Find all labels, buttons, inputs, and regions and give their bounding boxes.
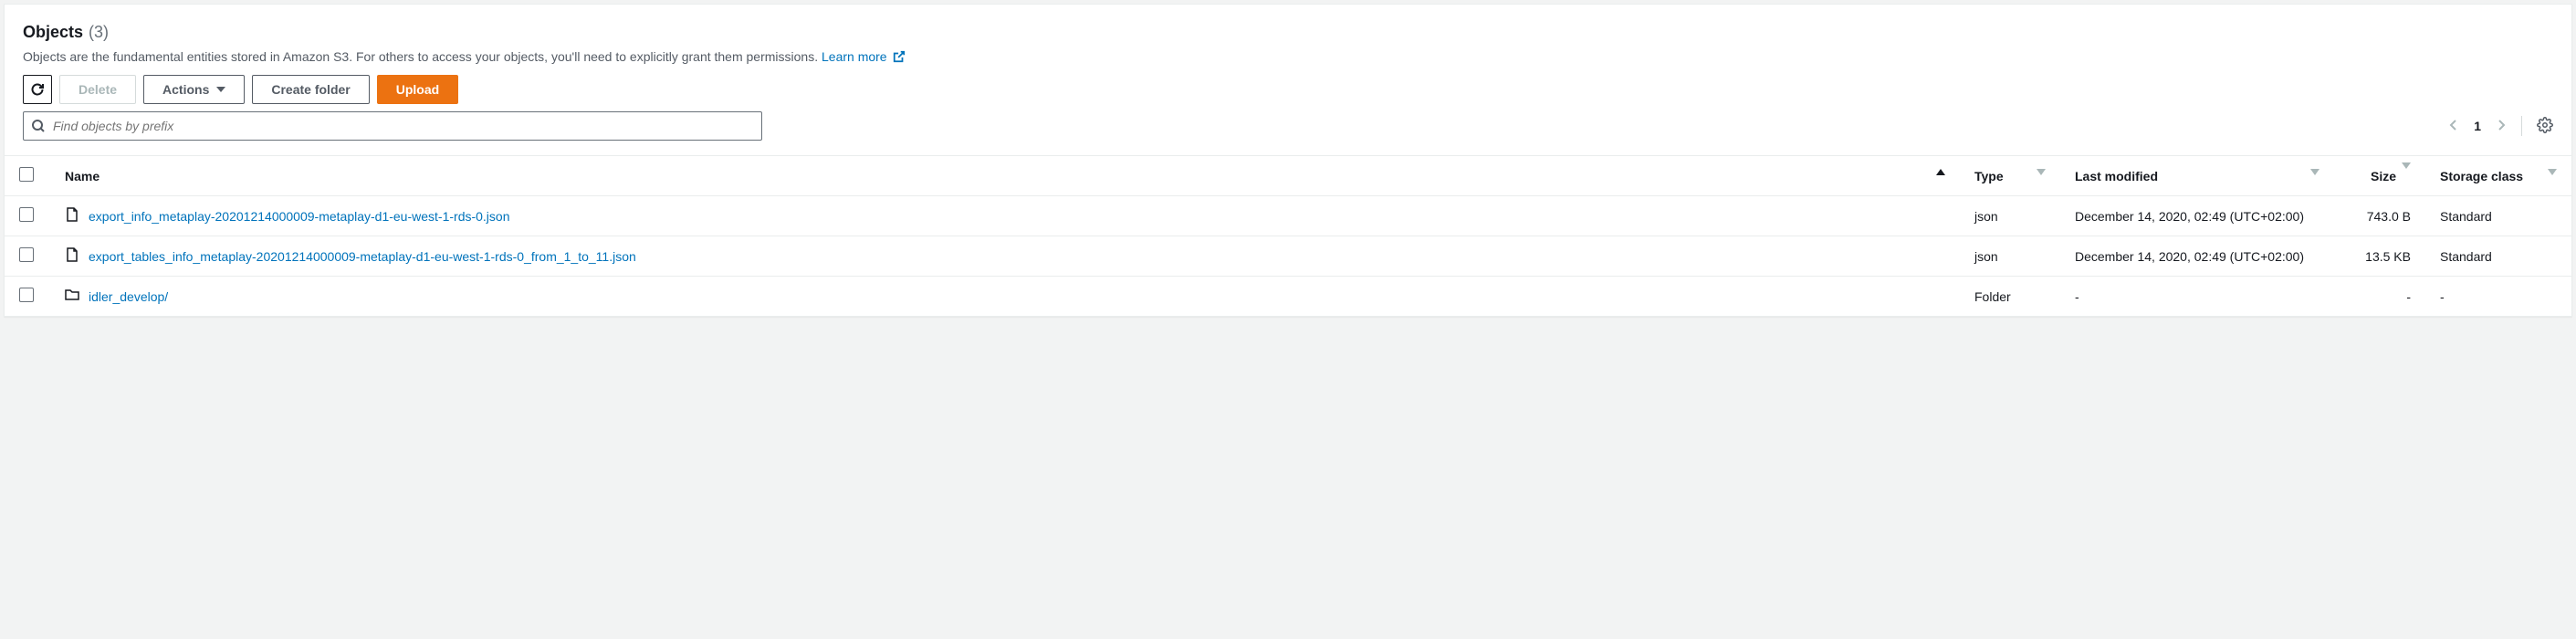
caret-down-icon [216,87,225,92]
sort-asc-icon [1936,169,1945,175]
pagination: 1 [2448,116,2553,136]
object-size: - [2334,277,2425,317]
prev-page-button [2448,118,2459,135]
column-storage[interactable]: Storage class [2425,156,2571,196]
table-row: export_info_metaplay-20201214000009-meta… [5,196,2571,236]
table-row: idler_develop/Folder--- [5,277,2571,317]
folder-icon [65,288,79,305]
object-count: (3) [89,23,109,42]
gear-icon [2537,117,2553,133]
refresh-icon [30,82,45,97]
settings-button[interactable] [2537,117,2553,136]
sort-icon [2310,169,2319,175]
column-type[interactable]: Type [1960,156,2060,196]
next-page-button [2496,118,2507,135]
sort-icon [2548,169,2557,175]
divider [2521,116,2522,136]
refresh-button[interactable] [23,75,52,104]
search-icon [31,119,46,133]
object-link[interactable]: export_info_metaplay-20201214000009-meta… [65,207,510,225]
object-storage: Standard [2425,196,2571,236]
object-name: export_info_metaplay-20201214000009-meta… [89,209,510,224]
sort-icon [2402,162,2411,183]
upload-button[interactable]: Upload [377,75,458,104]
chevron-left-icon [2448,118,2459,132]
table-row: export_tables_info_metaplay-202012140000… [5,236,2571,277]
panel-title: Objects [23,23,83,42]
table-header-row: Name Type Last modified Size Storage cla… [5,156,2571,196]
chevron-right-icon [2496,118,2507,132]
file-icon [65,247,79,265]
row-checkbox[interactable] [19,207,34,222]
object-type: json [1960,236,2060,277]
object-type: json [1960,196,2060,236]
row-checkbox[interactable] [19,288,34,302]
page-number: 1 [2474,119,2481,133]
panel-header: Objects (3) Objects are the fundamental … [5,5,2571,64]
object-name: idler_develop/ [89,289,168,304]
object-storage: - [2425,277,2571,317]
object-modified: December 14, 2020, 02:49 (UTC+02:00) [2060,236,2334,277]
objects-panel: Objects (3) Objects are the fundamental … [4,4,2572,317]
object-name: export_tables_info_metaplay-202012140000… [89,249,636,264]
delete-button: Delete [59,75,136,104]
select-all-header [5,156,50,196]
create-folder-button[interactable]: Create folder [252,75,369,104]
external-link-icon [893,50,906,63]
object-link[interactable]: export_tables_info_metaplay-202012140000… [65,247,636,265]
row-checkbox[interactable] [19,247,34,262]
panel-description: Objects are the fundamental entities sto… [23,49,2553,64]
object-size: 743.0 B [2334,196,2425,236]
column-name[interactable]: Name [50,156,1960,196]
search-row: 1 [5,104,2571,155]
object-type: Folder [1960,277,2060,317]
search-box[interactable] [23,111,762,141]
learn-more-link[interactable]: Learn more [822,49,906,64]
file-icon [65,207,79,225]
search-input[interactable] [53,119,754,133]
object-storage: Standard [2425,236,2571,277]
select-all-checkbox[interactable] [19,167,34,182]
toolbar: Delete Actions Create folder Upload [5,64,2571,104]
column-size[interactable]: Size [2334,156,2425,196]
object-modified: - [2060,277,2334,317]
actions-dropdown[interactable]: Actions [143,75,245,104]
objects-table: Name Type Last modified Size Storage cla… [5,155,2571,316]
sort-icon [2037,169,2046,175]
column-modified[interactable]: Last modified [2060,156,2334,196]
object-modified: December 14, 2020, 02:49 (UTC+02:00) [2060,196,2334,236]
object-size: 13.5 KB [2334,236,2425,277]
object-link[interactable]: idler_develop/ [65,288,168,305]
